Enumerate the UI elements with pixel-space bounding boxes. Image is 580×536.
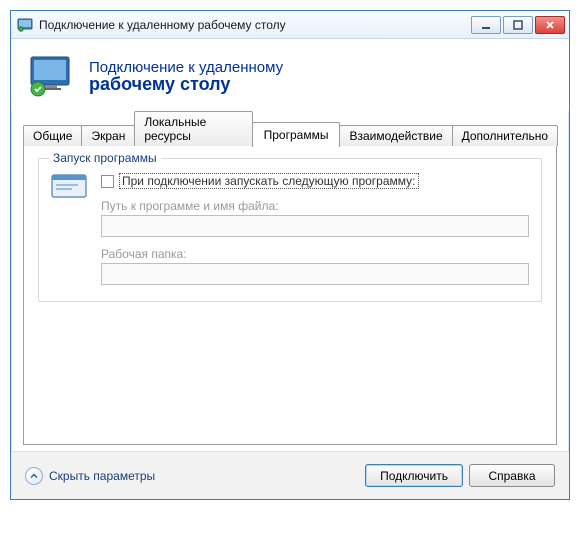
tab-programs[interactable]: Программы — [252, 122, 341, 147]
rdc-header-icon — [27, 53, 75, 101]
titlebar[interactable]: Подключение к удаленному рабочему столу — [11, 11, 569, 39]
minimize-button[interactable] — [471, 16, 501, 34]
hide-options-label: Скрыть параметры — [49, 469, 155, 483]
dialog-window: Подключение к удаленному рабочему столу — [10, 10, 570, 500]
working-folder-input[interactable] — [101, 263, 529, 285]
chevron-up-icon — [25, 467, 43, 485]
start-program-checkbox-label: При подключении запускать следующую прог… — [119, 173, 419, 189]
group-title: Запуск программы — [49, 151, 161, 165]
window-controls — [471, 16, 565, 34]
connect-button[interactable]: Подключить — [365, 464, 463, 487]
tab-strip: Общие Экран Локальные ресурсы Программы … — [23, 111, 557, 146]
program-path-label: Путь к программе и имя файла: — [101, 199, 529, 213]
start-program-checkbox[interactable] — [101, 175, 114, 188]
tab-experience[interactable]: Взаимодействие — [339, 125, 452, 146]
dialog-footer: Скрыть параметры Подключить Справка — [11, 451, 569, 499]
window-title: Подключение к удаленному рабочему столу — [39, 18, 471, 32]
tab-panel-programs: Запуск программы При подключен — [23, 145, 557, 445]
maximize-button[interactable] — [503, 16, 533, 34]
rdc-app-icon — [17, 17, 33, 33]
tab-advanced[interactable]: Дополнительно — [452, 125, 558, 146]
dialog-header: Подключение к удаленному рабочему столу — [11, 39, 569, 111]
tab-display[interactable]: Экран — [81, 125, 135, 146]
program-icon — [51, 173, 87, 285]
tab-general[interactable]: Общие — [23, 125, 82, 146]
start-program-group: Запуск программы При подключен — [38, 158, 542, 302]
hide-options-toggle[interactable]: Скрыть параметры — [25, 467, 155, 485]
tab-local-resources[interactable]: Локальные ресурсы — [134, 111, 252, 146]
program-path-input[interactable] — [101, 215, 529, 237]
header-line2: рабочему столу — [89, 74, 283, 95]
help-button[interactable]: Справка — [469, 464, 555, 487]
working-folder-label: Рабочая папка: — [101, 247, 529, 261]
close-button[interactable] — [535, 16, 565, 34]
